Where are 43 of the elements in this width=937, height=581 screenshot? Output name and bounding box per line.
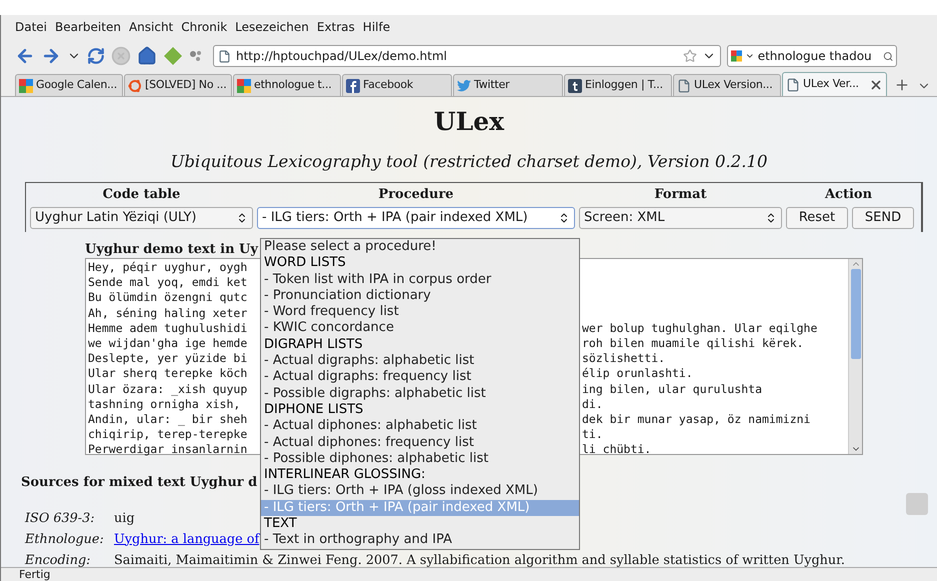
search-text: ethnologue thadou [758, 48, 872, 65]
page-title: ULex [434, 106, 504, 138]
option-group-label: INTERLINEAR GLOSSING: [263, 467, 426, 484]
sources-heading: Sources for mixed text Uyghur d [21, 474, 258, 492]
source-label: ISO 639-3: [25, 510, 96, 528]
column-heading: Procedure [377, 186, 455, 204]
text-line: sözlishetti. [582, 351, 666, 366]
text-line: li chübti. [582, 442, 652, 458]
text-line: Perwerdigar insanlarnin [88, 442, 248, 458]
source-value: Saimaiti, Maimaitimin & Zinwei Feng. 2007. A syllabification algorithm and syllable statistics of written Uyghur. [114, 552, 845, 567]
status-bar: Fertig [1, 567, 937, 581]
option-group-label: TEXT [263, 516, 298, 532]
url-text: http://hptouchpad/ULex/demo.html [236, 48, 448, 65]
text-line: wer bolup tughulghan. Ular eqilghe [582, 320, 818, 336]
column-heading: Code table [102, 186, 182, 204]
text-line: Ular sherq terepke köch [88, 366, 248, 382]
text-line: Hey, péqir uyghur, oygh [88, 260, 248, 276]
text-line: ing bilen, ular qurulushta [582, 382, 762, 397]
text-line: Sende mal yoq, emdi ket [88, 275, 248, 290]
demo-text-label: Uyghur demo text in Uy [85, 242, 258, 258]
text-line: tashning ornigha xish, [88, 396, 242, 412]
source-value: uig [114, 510, 135, 528]
column-heading: Action [824, 186, 874, 204]
text-line: chiqirip, terep-terepke [88, 427, 248, 442]
text-line: Andin, ular: _ bir sheh [88, 412, 248, 428]
text-line: Bu ölümdin özengni qutc [88, 290, 248, 306]
source-label: Ethnologue: [25, 530, 105, 548]
option-group-label: WORD LISTS [263, 255, 347, 272]
source-label: Encoding: [25, 552, 92, 567]
text-line: Deslepte, yer yüzide bi [88, 351, 248, 366]
text-line: roh bilen muamile qilishi kërek. [582, 336, 804, 352]
option-group-label: DIPHONE LISTS [263, 402, 364, 418]
text-line: dek bir munar yasap, öz namimizni [582, 412, 810, 428]
text-line: we wijdan'gha ige hemde [88, 336, 248, 352]
page-subtitle: Ubiquitous Lexicography tool (restricted charset demo), Version 0.2.10 [170, 151, 768, 173]
text-line: Ah, séning haling xeter [88, 306, 248, 321]
text-line: di. [582, 396, 603, 412]
text-line: élip orunlashti. [582, 366, 693, 382]
text-line: Ular özara: _xish quyup [88, 382, 248, 397]
column-heading: Format [653, 186, 708, 204]
option-group-label: DIGRAPH LISTS [263, 336, 364, 354]
text-line: ti. [582, 427, 603, 442]
text-line: Hemme adem tughulushidi [88, 320, 248, 336]
